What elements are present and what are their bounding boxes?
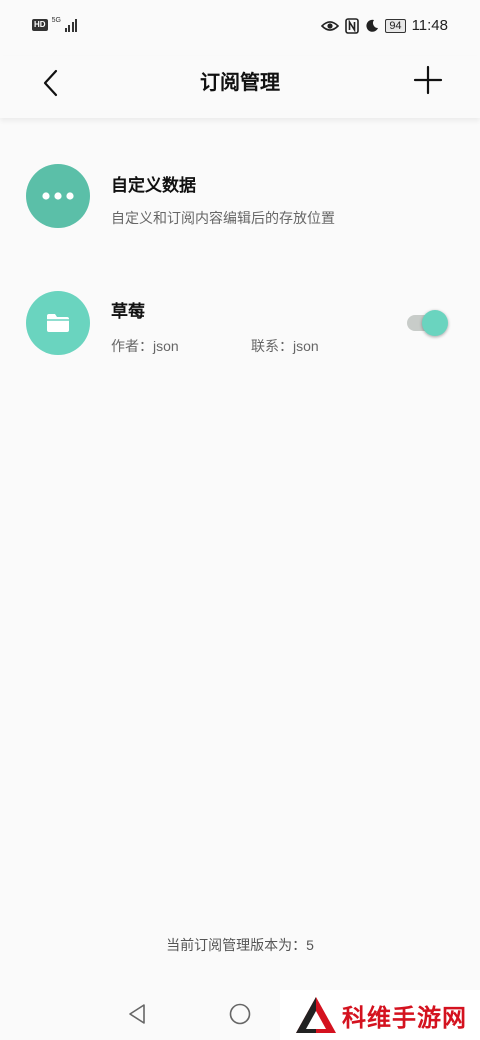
folder-icon — [26, 291, 90, 355]
nfc-icon — [345, 17, 360, 34]
plus-icon[interactable] — [408, 64, 448, 104]
nav-home-icon[interactable] — [228, 1002, 252, 1026]
subscription-toggle[interactable] — [404, 308, 450, 338]
signal-icon — [64, 18, 78, 32]
item-description: 自定义和订阅内容编辑后的存放位置 — [111, 210, 335, 226]
item-title: 自定义数据 — [111, 176, 196, 195]
status-left: HD 5G — [32, 16, 78, 32]
item-contact: 联系：json — [251, 338, 319, 354]
watermark: 科维手游网 — [280, 990, 480, 1040]
moon-icon — [366, 19, 379, 32]
battery-icon: 94 — [385, 18, 406, 33]
status-right: 94 11:48 — [321, 17, 448, 34]
nav-back-icon[interactable] — [126, 1002, 150, 1026]
hd-badge: HD — [32, 19, 48, 31]
toggle-knob — [422, 310, 448, 336]
eye-icon — [321, 20, 340, 31]
version-text: 当前订阅管理版本为：5 — [166, 937, 314, 953]
network-label: 5G — [51, 16, 61, 24]
item-author: 作者：json — [111, 338, 179, 354]
list-item-custom-data[interactable]: 自定义数据 自定义和订阅内容编辑后的存放位置 — [0, 160, 480, 240]
watermark-text: 科维手游网 — [342, 1004, 467, 1032]
more-dots-icon — [26, 164, 90, 228]
app-header: 订阅管理 — [0, 56, 480, 118]
item-title: 草莓 — [111, 302, 145, 321]
status-bar: HD 5G 94 11:48 — [0, 0, 480, 56]
watermark-logo-icon — [296, 997, 336, 1033]
status-time: 11:48 — [411, 17, 448, 34]
